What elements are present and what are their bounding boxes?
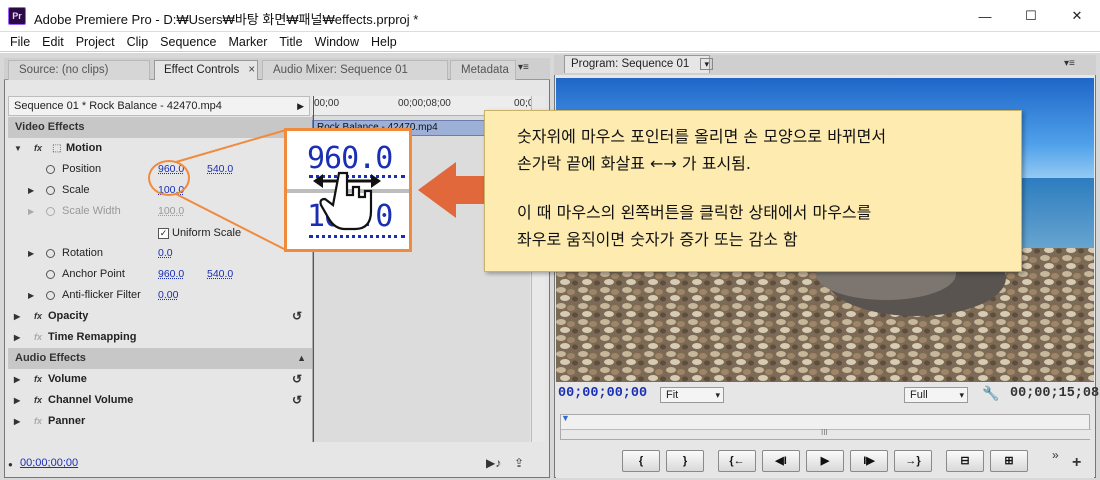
zoom-inset: 960.0 100.0 bbox=[284, 128, 412, 252]
explanation-callout: 숫자위에 마우스 포인터를 올리면 손 모양으로 바뀌면서 손가락 끝에 화살표… bbox=[484, 110, 1022, 272]
callout-spacer bbox=[517, 177, 1021, 199]
highlight-circle bbox=[148, 160, 190, 196]
callout-line-1: 숫자위에 마우스 포인터를 올리면 손 모양으로 바뀌면서 bbox=[517, 127, 887, 146]
hand-cursor-icon bbox=[313, 171, 381, 231]
callout-line-3: 이 때 마우스의 왼쪽버튼을 클릭한 상태에서 마우스를 bbox=[517, 203, 872, 222]
callout-line-2: 손가락 끝에 화살표 ←→ 가 표시됨. bbox=[517, 154, 751, 173]
pointer-arrow-icon bbox=[418, 162, 486, 218]
dotted-underline bbox=[309, 235, 405, 238]
callout-line-4: 좌우로 움직이면 숫자가 증가 또는 감소 함 bbox=[517, 230, 798, 249]
